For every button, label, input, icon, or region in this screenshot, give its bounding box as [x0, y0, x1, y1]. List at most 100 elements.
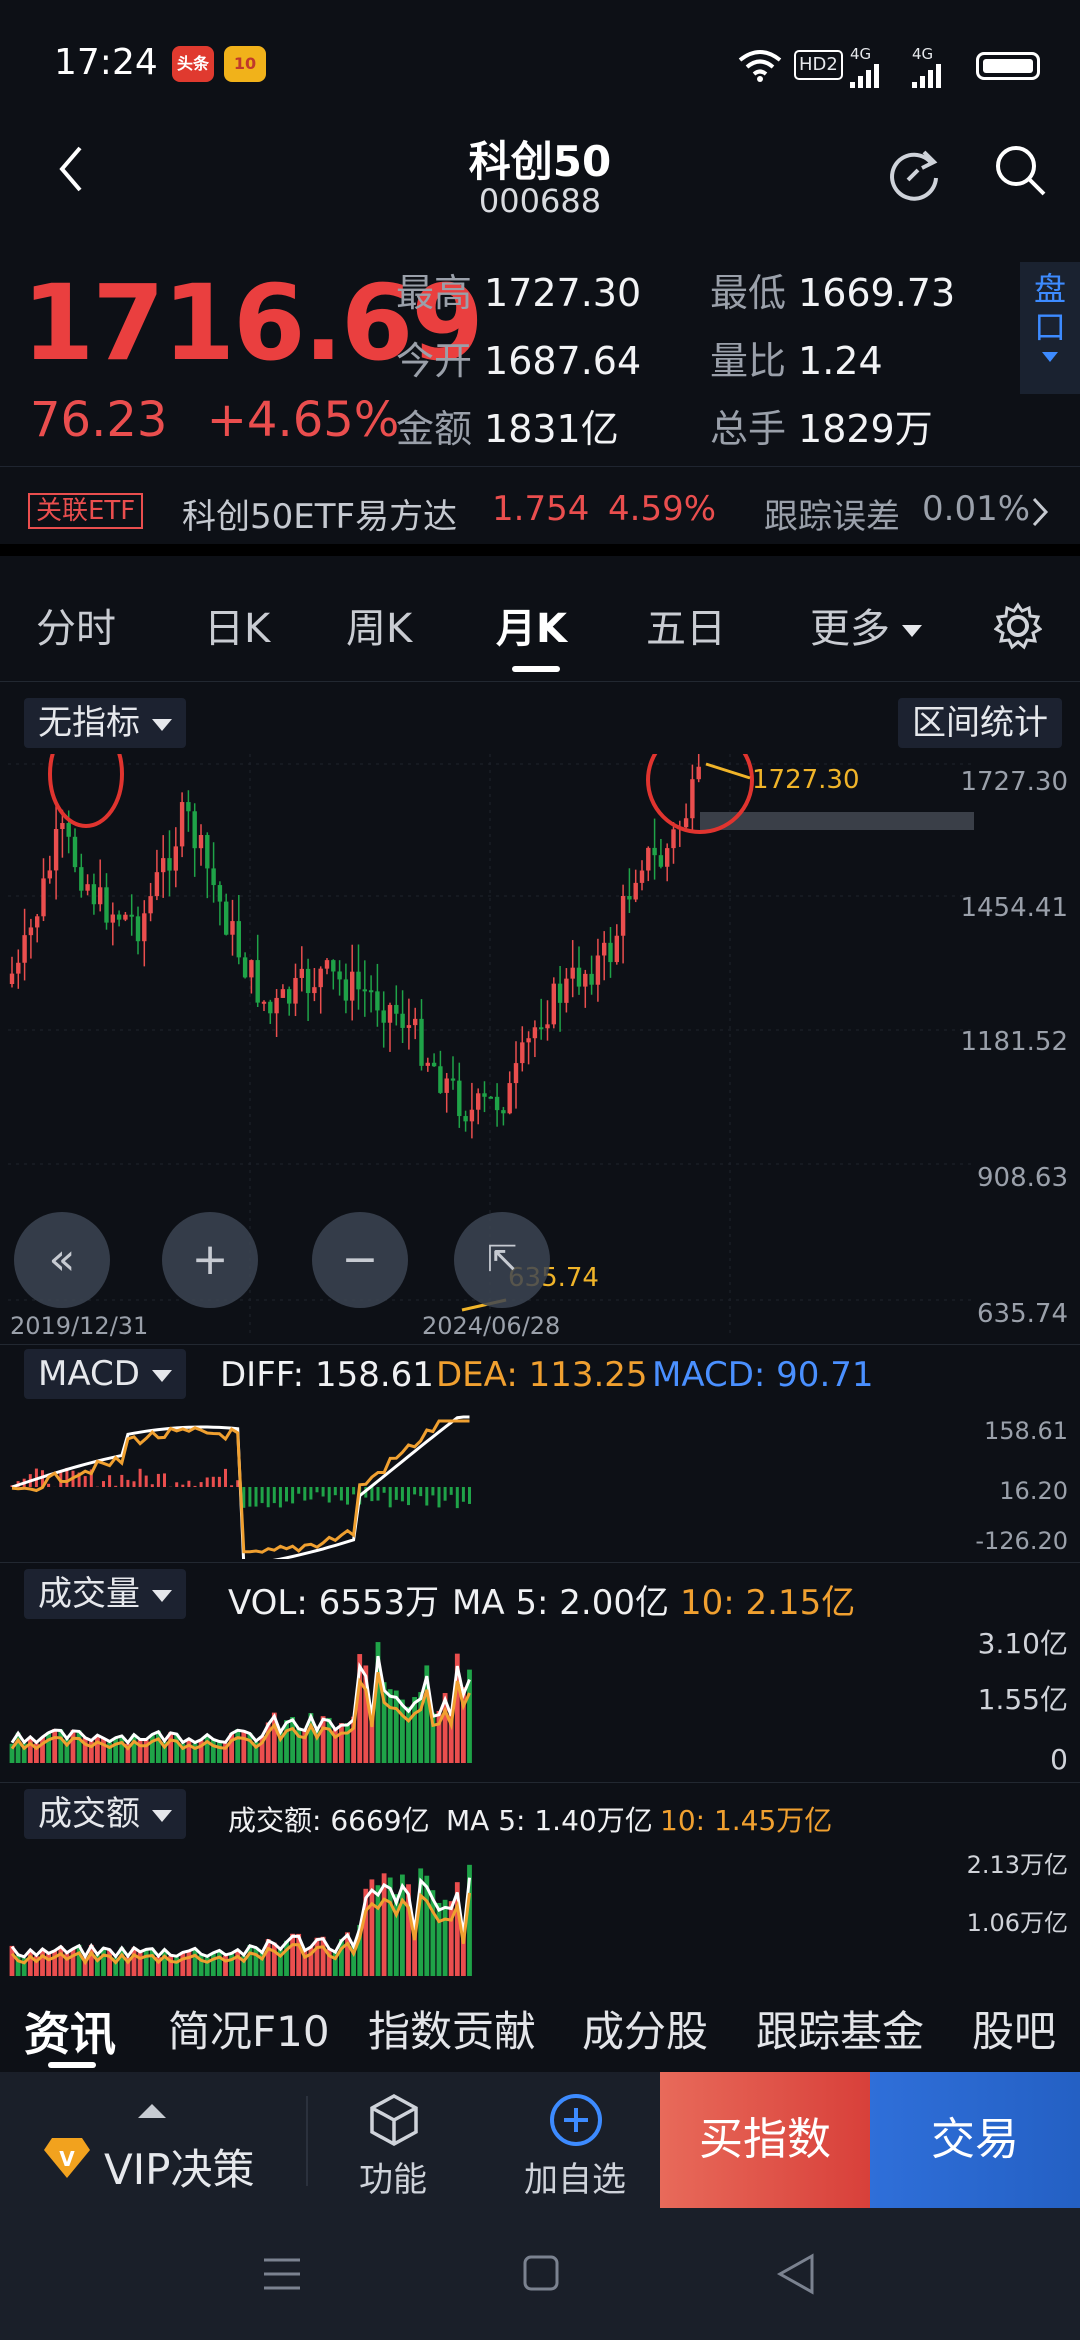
candle-body — [350, 971, 355, 1001]
candle-body — [85, 884, 90, 891]
candle-body — [356, 971, 361, 990]
settings-gear-icon[interactable] — [994, 602, 1042, 650]
candle-body — [249, 960, 254, 978]
indicator-select[interactable]: 无指标 — [24, 698, 186, 748]
tab-constituents[interactable]: 成分股 — [582, 1998, 708, 2059]
volume-bar — [70, 1948, 76, 1976]
candle-body — [513, 1063, 519, 1084]
tracking-error-value: 0.01% — [922, 489, 1031, 529]
search-icon[interactable] — [992, 142, 1048, 198]
candle-body — [683, 818, 689, 828]
volume-bar — [192, 1948, 198, 1976]
candle-body — [583, 973, 588, 987]
candle-body — [696, 766, 701, 780]
zoom-in-button[interactable]: + — [162, 1212, 258, 1308]
candle-body — [450, 1078, 456, 1081]
candle-body — [400, 1013, 405, 1028]
dea-line — [11, 1419, 470, 1554]
pankou-caret-icon — [1042, 352, 1058, 362]
change-percent: +4.65% — [206, 392, 400, 448]
tab-five-day[interactable]: 五日 — [646, 596, 726, 654]
coin-app-icon: 10 — [224, 46, 266, 82]
candle-body — [633, 882, 638, 900]
tab-monthly-k[interactable]: 月K — [496, 596, 567, 654]
range-stats-button[interactable]: 区间统计 — [898, 698, 1062, 748]
candle-body — [488, 1096, 493, 1099]
volume-ma10: 10: 2.15亿 — [680, 1583, 856, 1623]
candle-body — [444, 1078, 449, 1093]
candle-body — [242, 957, 248, 978]
candle-body — [368, 990, 374, 993]
tab-news[interactable]: 资讯 — [24, 1998, 116, 2064]
volume-bar — [204, 1734, 210, 1763]
candle-body — [539, 1027, 544, 1030]
candle-body — [387, 1004, 393, 1023]
chevron-right-icon — [1032, 497, 1049, 527]
candle-body — [224, 901, 229, 935]
candle-body — [557, 983, 563, 1003]
expand-up-icon — [138, 2104, 166, 2118]
period-tabs: 分时 日K 周K 月K 五日 更多 — [0, 572, 1080, 682]
zoom-out-button[interactable]: − — [312, 1212, 408, 1308]
buy-index-button[interactable]: 买指数 — [660, 2072, 870, 2208]
candle-body — [608, 942, 613, 963]
pankou-button[interactable]: 盘 口 — [1020, 262, 1080, 394]
volume-bar — [101, 1738, 106, 1763]
add-watchlist-button[interactable]: 加自选 — [490, 2072, 660, 2208]
vip-decision-button[interactable]: V VIP决策 — [0, 2072, 306, 2208]
tab-more[interactable]: 更多 — [810, 596, 922, 654]
rewind-button[interactable]: « — [14, 1212, 110, 1308]
volume-bar — [393, 1894, 399, 1976]
candle-body — [343, 979, 349, 1001]
trade-button[interactable]: 交易 — [870, 2072, 1080, 2208]
active-tab-indicator — [512, 666, 560, 672]
candle-body — [22, 935, 27, 963]
volume-bar — [76, 1730, 82, 1763]
home-icon[interactable] — [522, 2254, 560, 2292]
macd-select[interactable]: MACD — [24, 1349, 186, 1399]
tab-intraday[interactable]: 分时 — [36, 596, 116, 654]
refresh-icon[interactable] — [884, 142, 944, 202]
candle-body — [110, 914, 115, 923]
candle-body — [589, 973, 594, 985]
tab-daily-k[interactable]: 日K — [204, 596, 270, 654]
tab-forum[interactable]: 股吧 — [972, 1998, 1056, 2059]
candle-body — [312, 987, 317, 994]
cursor-mode-button[interactable]: ⇱ — [454, 1212, 550, 1308]
macd-value: MACD: 90.71 — [652, 1355, 874, 1395]
cube-icon — [370, 2094, 418, 2146]
volume-bar — [290, 1933, 295, 1976]
candle-body — [28, 927, 34, 936]
y-tick: 1454.41 — [960, 893, 1068, 923]
candle-body — [331, 960, 336, 972]
y-tick: 908.63 — [977, 1163, 1068, 1193]
app-root: 17:24 头条 10 HD2 4G 4G 科创50 000688 1716.6… — [0, 0, 1080, 2340]
amount-select[interactable]: 成交额 — [24, 1789, 186, 1839]
tab-weekly-k[interactable]: 周K — [346, 596, 412, 654]
wifi-icon — [738, 50, 782, 82]
etf-price: 1.754 — [492, 489, 590, 529]
candle-body — [469, 1109, 475, 1122]
candle-body — [41, 878, 46, 917]
candle-body — [318, 968, 323, 988]
volume-bar — [52, 1728, 58, 1763]
vip-label: VIP决策 — [104, 2145, 255, 2194]
signal-icon-1: 4G — [850, 46, 882, 88]
volume-select[interactable]: 成交量 — [24, 1569, 186, 1619]
tab-tracking-funds[interactable]: 跟踪基金 — [756, 1998, 924, 2059]
volume-bar — [400, 1699, 405, 1763]
function-button[interactable]: 功能 — [308, 2072, 478, 2208]
back-nav-icon[interactable] — [776, 2252, 816, 2296]
tab-f10[interactable]: 简况F10 — [168, 1998, 330, 2059]
candle-body — [98, 887, 103, 905]
candle-body — [268, 1001, 273, 1014]
candle-body — [658, 855, 664, 867]
candle-body — [287, 989, 292, 1004]
related-etf-bar[interactable]: 关联ETF 科创50ETF易方达 1.754 4.59% 跟踪误差 0.01% — [0, 466, 1080, 556]
candle-body — [375, 991, 380, 1011]
amount-ma10: 10: 1.45万亿 — [660, 1804, 833, 1837]
y-tick: 1727.30 — [960, 767, 1068, 797]
menu-icon[interactable] — [262, 2256, 302, 2292]
candle-body — [438, 1066, 443, 1093]
tab-index-contribution[interactable]: 指数贡献 — [368, 1998, 536, 2059]
